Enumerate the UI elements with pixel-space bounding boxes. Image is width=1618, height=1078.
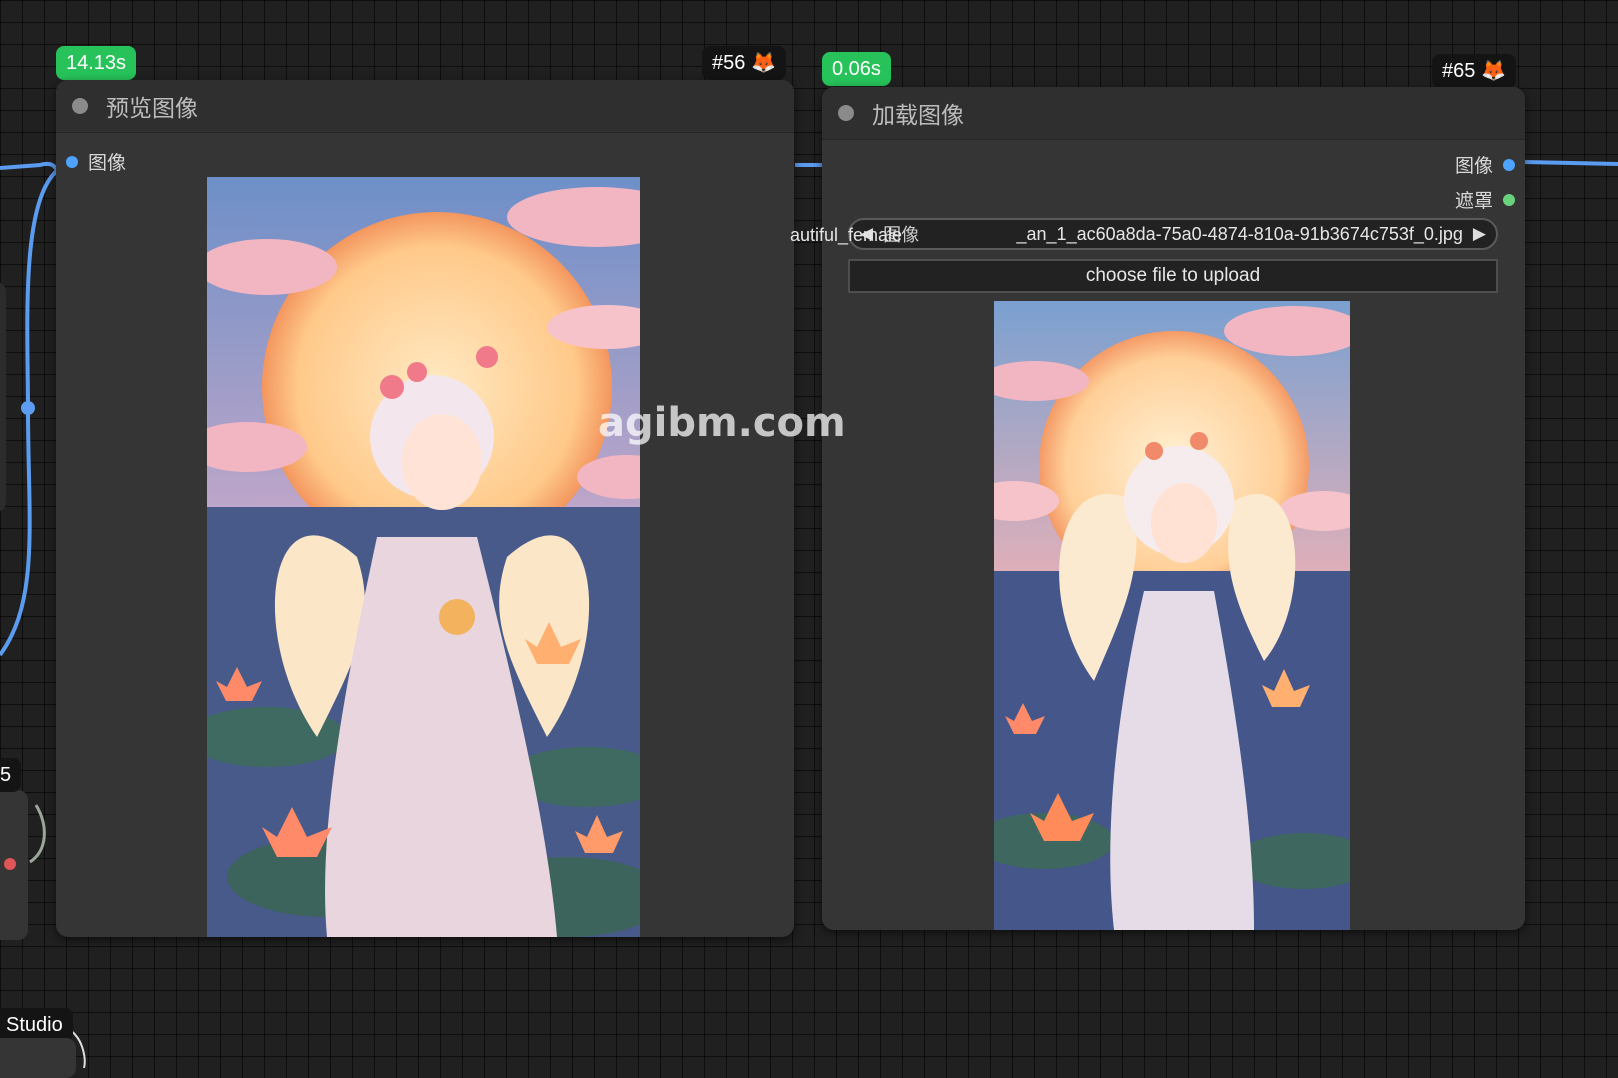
- image-file-combo[interactable]: ◀ 图像 _an_1_ac60a8da-75a0-4874-810a-91b36…: [848, 218, 1498, 250]
- load-image-node[interactable]: 加载图像 图像 遮罩 ◀ 图像 _an_1_ac60a8da-75a0-4874…: [822, 87, 1525, 930]
- node-id-badge-56: #56 🦊: [702, 46, 786, 80]
- output-slot-image[interactable]: 图像: [1455, 151, 1515, 178]
- exec-time-badge-56: 14.13s: [56, 46, 137, 80]
- input-slot-label: 图像: [88, 153, 127, 174]
- offscreen-node-title-studio: Studio: [0, 1008, 73, 1042]
- collapse-dot[interactable]: [72, 98, 88, 114]
- offscreen-node-fragment-bottom: [0, 790, 28, 940]
- collapse-dot[interactable]: [838, 105, 854, 121]
- output-slot-red-dot[interactable]: [4, 858, 16, 870]
- offscreen-node-badge: 5: [0, 758, 22, 792]
- combo-overflow-text: autiful_female: [790, 225, 903, 245]
- angel-lotus-illustration-2: [994, 301, 1350, 930]
- offscreen-node-fragment-top: [0, 282, 6, 512]
- combo-next-arrow-icon[interactable]: ▶: [1463, 224, 1496, 244]
- offscreen-node-fragment-studio: [0, 1038, 76, 1078]
- preview-image-node[interactable]: 预览图像 图像: [56, 80, 794, 937]
- node-title: 预览图像: [106, 95, 198, 121]
- fox-icon: 🦊: [1480, 60, 1506, 82]
- node-header[interactable]: 加载图像: [822, 87, 1525, 140]
- input-slot-image[interactable]: 图像: [66, 148, 126, 175]
- input-slot-dot[interactable]: [66, 155, 78, 168]
- exec-time-badge-65: 0.06s: [822, 52, 891, 86]
- node-title: 加载图像: [872, 102, 964, 128]
- output-slot-dot[interactable]: [1503, 193, 1515, 206]
- angel-lotus-illustration: [207, 177, 640, 937]
- output-slot-label: 遮罩: [1454, 191, 1493, 212]
- combo-value: _an_1_ac60a8da-75a0-4874-810a-91b3674c75…: [1016, 223, 1463, 244]
- node-id-badge-65: #65 🦊: [1432, 54, 1516, 88]
- watermark-text: agibm.com: [598, 400, 846, 446]
- choose-file-upload-button[interactable]: choose file to upload: [848, 259, 1498, 293]
- preview-output-image: [207, 177, 640, 937]
- output-slot-label: 图像: [1454, 156, 1493, 177]
- output-slot-mask[interactable]: 遮罩: [1455, 186, 1515, 213]
- loaded-image-preview: [994, 301, 1350, 930]
- output-slot-dot[interactable]: [1503, 158, 1515, 171]
- node-header[interactable]: 预览图像: [56, 80, 794, 133]
- fox-icon: 🦊: [750, 52, 776, 74]
